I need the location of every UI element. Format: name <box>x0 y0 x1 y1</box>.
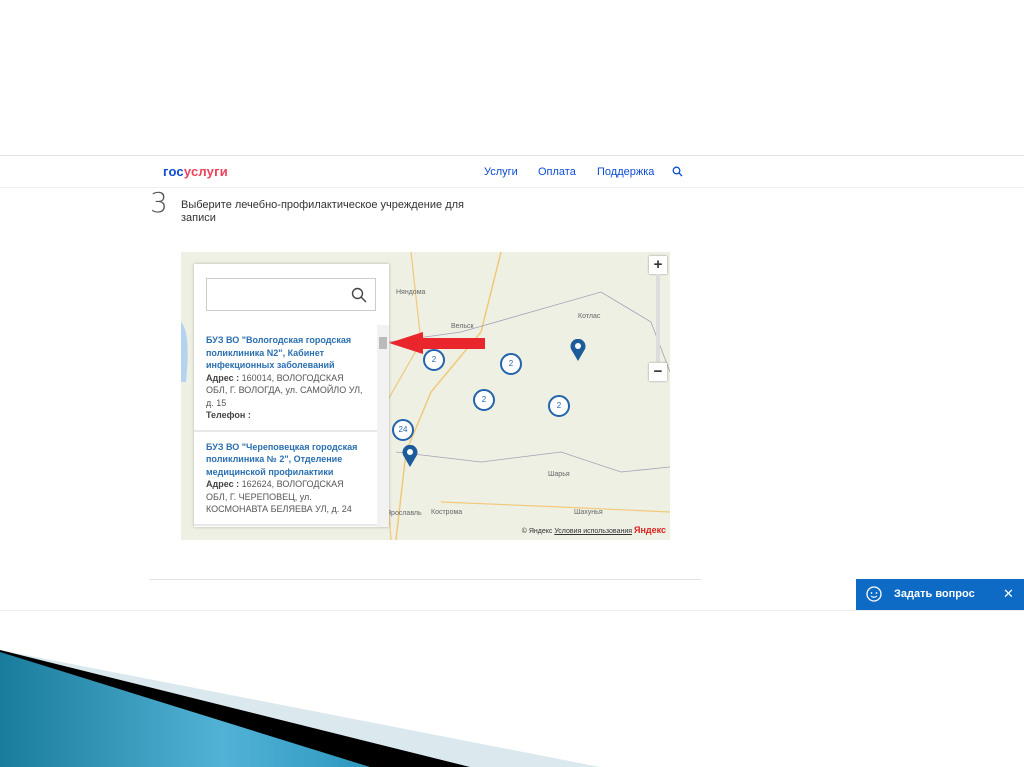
ask-question-label[interactable]: Задать вопрос <box>894 588 975 600</box>
close-icon[interactable]: ✕ <box>1003 586 1014 602</box>
map[interactable]: Няндома Вельск Котлас Шарья Шахунья Ярос… <box>181 252 670 540</box>
cluster-marker[interactable]: 2 <box>500 353 522 375</box>
step-title: Выберите лечебно-профилактическое учрежд… <box>181 199 464 224</box>
city-label: Шарья <box>548 471 570 478</box>
clinic-name[interactable]: БУЗ ВО "Череповецкая городская поликлини… <box>206 441 365 479</box>
gosuslugi-logo[interactable]: госуслуги <box>163 164 228 179</box>
cluster-marker[interactable]: 2 <box>473 389 495 411</box>
address-label: Адрес : <box>206 479 240 489</box>
nav-payment[interactable]: Оплата <box>538 166 576 178</box>
clinic-address: Адрес : 162624, ВОЛОГОДСКАЯ ОБЛ, Г. ЧЕРЕ… <box>206 478 365 516</box>
address-label: Адрес : <box>206 372 240 383</box>
list-item[interactable]: БУЗ ВО "Вологодская городская поликлиник… <box>194 325 377 432</box>
cluster-marker[interactable]: 24 <box>392 419 414 441</box>
city-label: Вельск <box>451 323 474 330</box>
map-pin-icon[interactable] <box>402 445 418 467</box>
logo-part: услуги <box>183 164 228 179</box>
scrollbar-thumb[interactable] <box>379 337 387 349</box>
support-face-icon <box>866 586 882 602</box>
logo-part: гос <box>163 164 184 179</box>
divider <box>150 579 701 580</box>
clinic-list: БУЗ ВО "Вологодская городская поликлиник… <box>194 325 377 527</box>
terms-link[interactable]: Условия использования <box>554 528 632 535</box>
ask-question-widget[interactable]: Задать вопрос ✕ <box>856 579 1024 610</box>
divider <box>0 155 1024 156</box>
search-icon[interactable] <box>672 166 683 177</box>
search-input[interactable] <box>206 278 376 311</box>
cluster-marker[interactable]: 2 <box>548 395 570 417</box>
red-arrow-annotation <box>389 332 485 354</box>
city-label: Ярославль <box>386 510 422 517</box>
city-label: Кострома <box>431 509 463 516</box>
nav-services[interactable]: Услуги <box>484 166 518 178</box>
step-number: 3 <box>150 186 168 219</box>
city-label: Няндома <box>396 289 426 296</box>
zoom-slider[interactable] <box>656 274 660 362</box>
map-pin-icon[interactable] <box>570 339 586 361</box>
slide-decoration <box>0 650 600 767</box>
map-attribution: © Яндекс Условия использования Яндекс <box>522 525 666 535</box>
phone-label: Телефон : <box>206 410 251 420</box>
list-item[interactable]: БУЗ ВО "Череповецкая городская поликлини… <box>194 432 377 526</box>
search-field[interactable] <box>207 279 347 309</box>
nav-support[interactable]: Поддержка <box>597 166 654 178</box>
clinic-address: Адрес : 160014, ВОЛОГОДСКАЯ ОБЛ, Г. ВОЛО… <box>206 372 365 410</box>
divider <box>0 610 1024 611</box>
clinic-name[interactable]: БУЗ ВО "Вологодская городская поликлиник… <box>206 334 365 372</box>
city-label: Котлас <box>578 313 601 320</box>
search-panel: БУЗ ВО "Вологодская городская поликлиник… <box>194 264 389 527</box>
yandex-logo: Яндекс <box>633 525 666 535</box>
zoom-out-button[interactable]: − <box>649 363 667 381</box>
search-icon[interactable] <box>351 287 367 303</box>
city-label: Шахунья <box>574 509 603 516</box>
scrollbar[interactable] <box>377 325 389 527</box>
copyright: © Яндекс <box>521 528 553 535</box>
zoom-in-button[interactable]: + <box>649 256 667 274</box>
